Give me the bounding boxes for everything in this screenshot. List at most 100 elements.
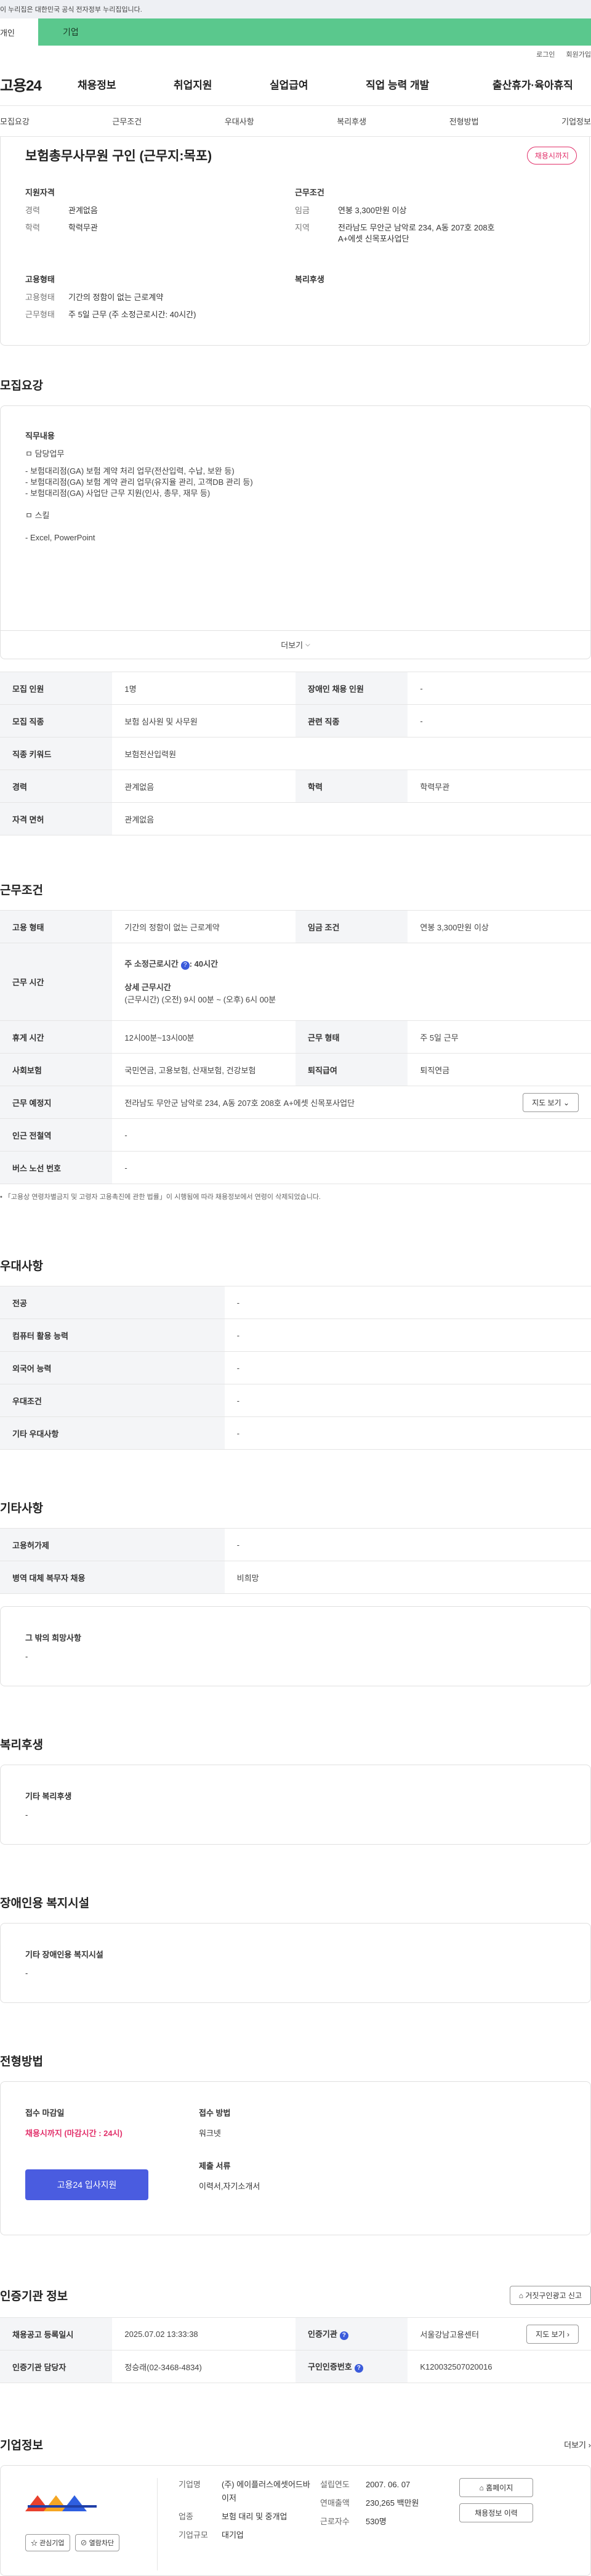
company-size-label: 기업규모 [179,2530,208,2540]
table-cell: 보험전산입력원 [112,737,591,770]
duty-more-button[interactable]: 더보기 ⌵ [1,630,590,659]
duty-card: 직무내용 ㅁ 담당업무 - 보험대리점(GA) 보험 계약 처리 업무(전산입력… [0,405,591,659]
tab-personal[interactable]: 개인 [0,18,38,46]
section-nav-work[interactable]: 근무조건 [112,115,142,127]
other-wish-value: - [25,1652,28,1661]
process-section: 전형방법 접수 마감일 채용시까지 (마감시간 : 24시) 고용24 입사지원… [0,2052,591,2235]
table-cell: 정승래(02-3468-4834) [112,2350,296,2383]
table-cell: 병역 대체 복무자 채용 [0,1561,225,1594]
table-cell: 휴게 시간 [0,1020,113,1054]
section-nav-process[interactable]: 전형방법 [449,115,479,127]
table-row: 근무 예정지 전라남도 무안군 남악로 234, A동 207호 208호 A+에… [0,1086,591,1119]
employees-label: 근로자수 [320,2517,350,2526]
gnb-item-employment-support[interactable]: 취업지원 [174,76,270,92]
table-cell: 주 5일 근무 [408,1020,591,1054]
duty-line [25,521,566,532]
section-nav-welfare[interactable]: 복리후생 [337,115,366,127]
deadline-value: 채용시까지 (마감시간 : 24시) [25,2129,123,2138]
info-icon[interactable]: ? [180,961,190,970]
method-label: 접수 방법 [199,2108,231,2118]
place-cell: 전라남도 무안군 남악로 234, A동 207호 208호 A+에셋 신목포사… [112,1086,591,1119]
global-nav: 고용24 채용정보 취업지원 실업급여 직업 능력 개발 출산휴가·육아휴직 [0,63,591,106]
table-cell: - [224,1318,591,1352]
career-value: 관계없음 [68,206,98,215]
company-section: 기업정보 더보기 › ☆ 관심기업 ⊘ 열람차단 기업명 (주) 에이플러스에셋어… [0,2436,591,2576]
report-button[interactable]: ⌂ 거짓구인광고 신고 [509,2286,591,2305]
docs-label: 제출 서류 [199,2161,231,2171]
gnb-item-jobs[interactable]: 채용정보 [78,76,174,92]
table-cell: 연봉 3,300만원 이상 [408,910,591,943]
tab-personal-label: 개인 [0,28,15,38]
process-section-title: 전형방법 [0,2055,43,2068]
sales-label: 연매출액 [320,2498,350,2508]
table-row: 전공 - [0,1286,591,1319]
table-cell: - [224,1286,591,1319]
divider [157,2478,158,2570]
company-logo [25,2495,97,2511]
region-label: 지역 [295,223,310,232]
etc-section: 기타사항 고용허가제 - 병역 대체 복무자 채용 비희망 그 밖의 희망사항 - [0,1499,591,1686]
block-view-button[interactable]: ⊘ 열람차단 [74,2534,120,2551]
map-button[interactable]: 지도 보기 ⌄ [523,1092,579,1112]
table-cell: 1명 [112,672,296,705]
house-icon: ⌂ [518,2291,523,2300]
cert-section: 인증기관 정보 ⌂ 거짓구인광고 신고 채용공고 등록일시 2025.07.02 … [0,2286,591,2383]
emptype-value: 기간의 정함이 없는 근로계약 [68,293,164,302]
condition-block: 근무조건 임금 연봉 3,300만원 이상 지역 전라남도 무안군 남악로 234,… [295,186,565,251]
table-row: 모집 인원 1명 장애인 채용 인원 - [0,672,591,705]
info-icon[interactable]: ? [339,2331,348,2340]
info-icon[interactable]: ? [354,2364,363,2373]
table-cell: 관계없음 [112,802,591,835]
login-link[interactable]: 로그인 [536,49,555,59]
table-cell: - [112,1118,591,1152]
employment-type-title: 고용형태 [25,275,55,284]
company-card: ☆ 관심기업 ⊘ 열람차단 기업명 (주) 에이플러스에셋어드바이저 업종 보험 대… [0,2465,591,2576]
tab-company-label: 기업 [63,27,79,37]
company-more-link[interactable]: 더보기 › [564,2439,591,2450]
disability-sub-title: 기타 장애인용 복지시설 [25,1950,103,1959]
site-logo[interactable]: 고용24 [0,73,78,95]
table-cell: - [224,1528,591,1561]
chevron-down-icon: ⌄ [563,1098,569,1107]
apply-button[interactable]: 고용24 입사지원 [25,2169,148,2200]
section-nav-recruit[interactable]: 모집요강 [0,115,30,127]
gnb-item-skills[interactable]: 직업 능력 개발 [366,76,492,92]
other-wish-card: 그 밖의 희망사항 - [0,1606,591,1686]
sales-value: 230,265 백만원 [366,2498,419,2508]
table-cell: 버스 노선 번호 [0,1151,113,1184]
map-button-label: 지도 보기 [532,1098,561,1107]
join-link[interactable]: 회원가입 [566,49,591,59]
deadline-block: 접수 마감일 채용시까지 (마감시간 : 24시) 고용24 입사지원 [25,2107,198,2210]
recruit-section: 모집요강 직무내용 ㅁ 담당업무 - 보험대리점(GA) 보험 계약 처리 업무… [0,376,591,835]
table-cell: 고용 형태 [0,910,113,943]
cert-map-label: 지도 보기 [536,2330,565,2339]
disability-section: 장애인용 복지시설 기타 장애인용 복지시설 - [0,1894,591,2003]
gnb-item-parental-leave[interactable]: 출산휴가·육아휴직 [492,76,591,92]
table-row: 외국어 능력 - [0,1351,591,1384]
favorite-company-button[interactable]: ☆ 관심기업 [25,2534,70,2551]
table-cell: 관련 직종 [295,704,408,737]
company-logo-block: ☆ 관심기업 ⊘ 열람차단 [25,2478,148,2575]
duty-line [25,460,566,466]
pref-table: 전공 - 컴퓨터 활용 능력 - 외국어 능력 - 우대조건 - 기타 우대사항 - [0,1286,591,1450]
duty-line: ㅁ 담당업무 [25,449,65,458]
cert-table: 채용공고 등록일시 2025.07.02 13:33:38 인증기관? 서울강남고용센… [0,2317,591,2383]
table-cell: 학력 [295,770,408,803]
qualification-block: 지원자격 경력 관계없음 학력 학력무관 [25,186,295,251]
homepage-button[interactable]: ⌂ 홈페이지 [459,2478,533,2497]
gnb-item-unemployment-benefit[interactable]: 실업급여 [270,76,366,92]
cert-map-button[interactable]: 지도 보기 › [526,2324,579,2344]
cert-num-label-cell: 구인인증번호? [295,2350,408,2383]
company-name-label: 기업명 [179,2480,201,2489]
company-more-label: 더보기 [564,2440,587,2450]
tab-company[interactable]: 기업 [38,18,591,46]
worktype-value: 주 5일 근무 (주 소정근로시간: 40시간) [68,310,196,319]
section-nav-pref[interactable]: 우대사항 [225,115,254,127]
table-cell: 자격 면허 [0,802,113,835]
section-nav-company[interactable]: 기업정보 [561,115,591,127]
welfare-card: 기타 복리후생 - [0,1765,591,1845]
job-history-button[interactable]: 채용정보 이력 [459,2503,533,2522]
hours-cell: 주 소정근로시간?: 40시간 상세 근무시간 (근무시간) (오전) 9시 0… [112,943,591,1021]
table-row: 인근 전철역 - [0,1118,591,1152]
block-view-label: 열람차단 [89,2540,115,2547]
